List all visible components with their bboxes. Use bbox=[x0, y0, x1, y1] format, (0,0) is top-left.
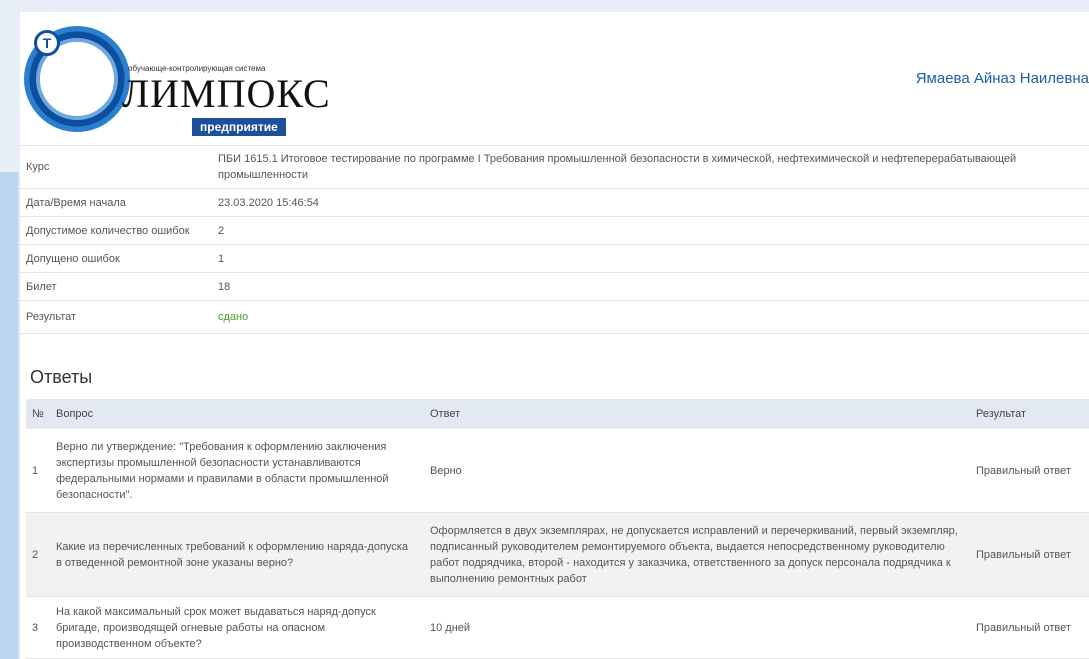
answers-section-title: Ответы bbox=[30, 367, 93, 387]
window-frame-left bbox=[0, 12, 20, 172]
column-header-answer: Ответ bbox=[430, 408, 461, 420]
answers-table: № Вопрос Ответ Результат 1 Верно ли утве… bbox=[26, 399, 1089, 659]
table-row: 2 Какие из перечисленных требований к оф… bbox=[26, 513, 1089, 597]
row-question: Верно ли утверждение: "Требования к офор… bbox=[56, 440, 389, 501]
window-frame-top bbox=[0, 0, 1089, 12]
row-number: 3 bbox=[32, 621, 39, 634]
result-status-value: сдано bbox=[218, 311, 249, 323]
info-row-errors: Допущено ошибок 1 bbox=[20, 245, 1089, 273]
row-answer: Верно bbox=[430, 464, 462, 477]
column-header-num: № bbox=[32, 408, 44, 420]
user-name-link[interactable]: Ямаева Айназ Наилевна bbox=[916, 70, 1089, 87]
row-result: Правильный ответ bbox=[976, 464, 1071, 477]
info-label: Допустимое количество ошибок bbox=[26, 224, 190, 237]
row-number: 2 bbox=[32, 548, 39, 561]
column-header-result: Результат bbox=[976, 408, 1027, 420]
test-info-table: Курс ПБИ 1615.1 Итоговое тестирование по… bbox=[20, 146, 1089, 334]
table-row: 1 Верно ли утверждение: "Требования к оф… bbox=[26, 429, 1089, 513]
header: T обучающе-контролирующая система ЛИМПОК… bbox=[20, 12, 1089, 145]
info-label: Билет bbox=[26, 280, 57, 293]
logo-subtitle: предприятие bbox=[192, 118, 286, 136]
row-question: На какой максимальный срок может выдават… bbox=[56, 605, 376, 650]
logo-name: ЛИМПОКС bbox=[122, 71, 331, 116]
row-result: Правильный ответ bbox=[976, 548, 1071, 561]
left-panel-strip bbox=[0, 172, 18, 659]
row-number: 1 bbox=[32, 464, 39, 477]
page: T обучающе-контролирующая система ЛИМПОК… bbox=[20, 12, 1089, 659]
start-value: 23.03.2020 15:46:54 bbox=[218, 196, 319, 209]
answers-table-header: № Вопрос Ответ Результат bbox=[26, 399, 1089, 429]
course-value: ПБИ 1615.1 Итоговое тестирование по прог… bbox=[218, 153, 1017, 181]
allowed-errors-value: 2 bbox=[218, 224, 225, 237]
row-answer: 10 дней bbox=[430, 621, 471, 634]
info-row-result: Результат сдано bbox=[20, 301, 1089, 334]
info-row-allowed-errors: Допустимое количество ошибок 2 bbox=[20, 217, 1089, 245]
info-row-course: Курс ПБИ 1615.1 Итоговое тестирование по… bbox=[20, 146, 1089, 189]
info-row-ticket: Билет 18 bbox=[20, 273, 1089, 301]
table-row: 3 На какой максимальный срок может выдав… bbox=[26, 597, 1089, 659]
column-header-question: Вопрос bbox=[56, 408, 94, 420]
info-row-start: Дата/Время начала 23.03.2020 15:46:54 bbox=[20, 189, 1089, 217]
logo[interactable]: T обучающе-контролирующая система ЛИМПОК… bbox=[24, 18, 330, 138]
info-label: Допущено ошибок bbox=[26, 252, 120, 265]
errors-value: 1 bbox=[218, 252, 225, 265]
info-label: Результат bbox=[26, 311, 77, 323]
info-label: Курс bbox=[26, 161, 50, 173]
ticket-value: 18 bbox=[218, 280, 231, 293]
row-result: Правильный ответ bbox=[976, 621, 1071, 634]
row-question: Какие из перечисленных требований к офор… bbox=[56, 540, 408, 569]
logo-t-badge: T bbox=[34, 30, 60, 56]
info-label: Дата/Время начала bbox=[26, 196, 126, 209]
row-answer: Оформляется в двух экземплярах, не допус… bbox=[430, 524, 958, 585]
